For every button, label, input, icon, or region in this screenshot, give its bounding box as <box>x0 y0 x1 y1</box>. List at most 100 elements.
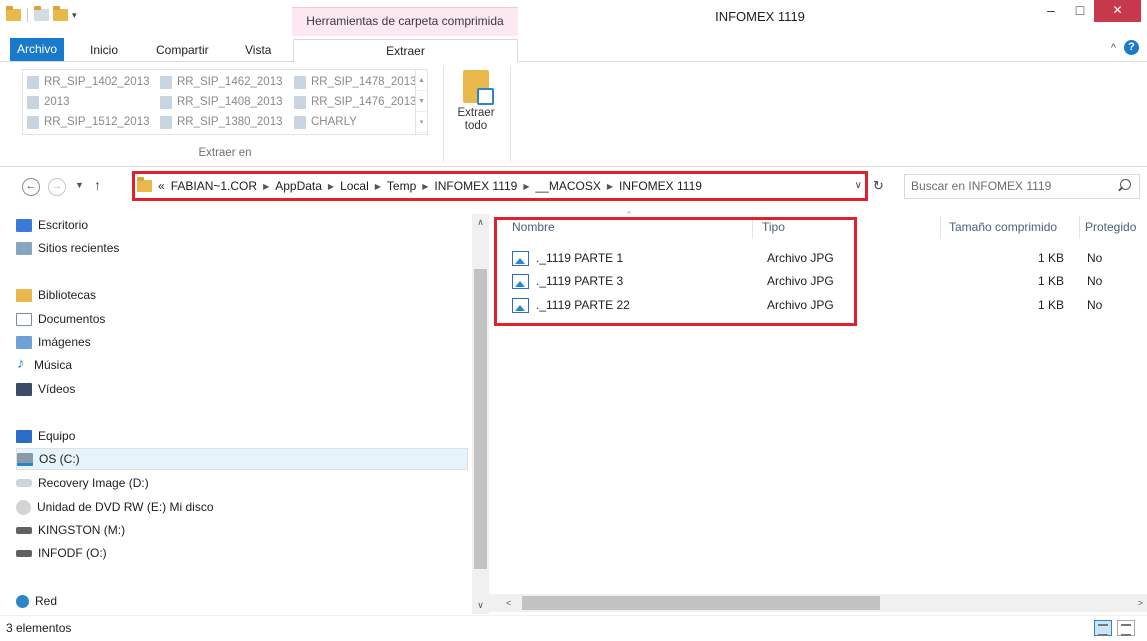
extract-to-item[interactable]: RR_SIP_1402_2013 <box>27 72 150 92</box>
help-icon[interactable]: ? <box>1124 40 1139 55</box>
nav-item-os-c[interactable]: OS (C:) <box>16 448 468 470</box>
recent-places-icon <box>16 241 32 255</box>
scroll-right-icon[interactable]: > <box>1138 594 1143 612</box>
breadcrumb-separator-icon[interactable]: ▶ <box>375 182 381 191</box>
forward-button[interactable]: → <box>48 178 66 196</box>
title-bar: ▾ Herramientas de carpeta comprimida INF… <box>0 0 1147 36</box>
breadcrumb-item[interactable]: INFOMEX 1119 <box>434 179 517 193</box>
extract-to-item[interactable]: RR_SIP_1476_2013 <box>294 92 417 112</box>
folder-icon <box>294 115 306 129</box>
new-folder-icon[interactable] <box>53 6 68 21</box>
gallery-up-icon[interactable]: ▲ <box>416 70 427 91</box>
breadcrumb-separator-icon[interactable]: ▶ <box>263 182 269 191</box>
navigation-bar: ← → ▼ ↑ « FABIAN~1.COR ▶ AppData ▶ Local… <box>0 168 1147 206</box>
folder-icon <box>294 95 306 109</box>
nav-item-kingston-m[interactable]: KINGSTON (M:) <box>16 519 468 541</box>
breadcrumb-separator-icon[interactable]: ▶ <box>523 182 529 191</box>
breadcrumb-item[interactable]: FABIAN~1.COR <box>171 179 257 193</box>
scroll-up-icon[interactable]: ∧ <box>472 214 489 231</box>
tab-compartir[interactable]: Compartir <box>146 39 219 62</box>
toolbar-separator <box>27 8 28 22</box>
collapse-ribbon-icon[interactable]: ^ <box>1111 42 1116 54</box>
nav-item-imagenes[interactable]: Imágenes <box>16 331 468 353</box>
nav-item-red[interactable]: Red <box>16 590 468 612</box>
annotation-highlight-box <box>494 217 857 326</box>
ribbon-panel: RR_SIP_1402_2013 RR_SIP_1462_2013 RR_SIP… <box>0 62 1147 167</box>
nav-item-dvd-e[interactable]: Unidad de DVD RW (E:) Mi disco <box>16 496 468 518</box>
extract-to-item[interactable]: RR_SIP_1380_2013 <box>160 112 283 132</box>
usb-drive-icon <box>16 526 32 534</box>
refresh-icon[interactable]: ↻ <box>873 178 884 194</box>
column-header-tamano[interactable]: Tamaño comprimido <box>949 214 1057 240</box>
gallery-scrollbar[interactable]: ▲ ▼ ▾ <box>415 70 427 134</box>
desktop-icon <box>16 218 32 232</box>
column-divider[interactable] <box>940 216 941 238</box>
breadcrumb-separator-icon[interactable]: ▶ <box>422 182 428 191</box>
breadcrumb-separator-icon[interactable]: ▶ <box>607 182 613 191</box>
breadcrumb-item[interactable]: Temp <box>387 179 416 193</box>
videos-icon <box>16 382 32 396</box>
extract-to-item[interactable]: RR_SIP_1512_2013 <box>27 112 150 132</box>
extract-to-item[interactable]: RR_SIP_1408_2013 <box>160 92 283 112</box>
breadcrumb-item[interactable]: Local <box>340 179 369 193</box>
nav-item-musica[interactable]: Música <box>16 354 468 376</box>
scrollbar-thumb[interactable] <box>474 269 487 569</box>
extract-to-item[interactable]: 2013 <box>27 92 70 112</box>
ribbon-tabs: Archivo Inicio Compartir Vista Extraer <box>0 36 1147 63</box>
drive-icon <box>16 479 32 487</box>
horizontal-scrollbar[interactable]: < > <box>486 594 1147 612</box>
extract-to-item[interactable]: RR_SIP_1462_2013 <box>160 72 283 92</box>
extract-to-gallery: RR_SIP_1402_2013 RR_SIP_1462_2013 RR_SIP… <box>22 69 428 135</box>
scrollbar-thumb[interactable] <box>522 596 880 610</box>
tab-archivo[interactable]: Archivo <box>10 38 65 61</box>
nav-item-infodf-o[interactable]: INFODF (O:) <box>16 542 468 564</box>
tab-vista[interactable]: Vista <box>235 39 281 62</box>
breadcrumb-overflow[interactable]: « <box>158 179 165 193</box>
music-icon <box>16 355 28 372</box>
breadcrumb-separator-icon[interactable]: ▶ <box>328 182 334 191</box>
nav-item-equipo[interactable]: Equipo <box>16 425 468 447</box>
extract-all-button[interactable]: Extraer todo <box>450 70 502 133</box>
extract-to-item[interactable]: CHARLY <box>294 112 357 132</box>
address-dropdown-icon[interactable]: ∨ <box>855 180 862 191</box>
column-header-protegido[interactable]: Protegido <box>1085 214 1136 240</box>
nav-item-documentos[interactable]: Documentos <box>16 308 468 330</box>
search-icon[interactable] <box>1120 179 1131 190</box>
minimize-button[interactable]: – <box>1036 0 1066 22</box>
up-button[interactable]: ↑ <box>94 177 101 193</box>
nav-item-sitios-recientes[interactable]: Sitios recientes <box>16 237 468 259</box>
properties-icon[interactable] <box>34 6 49 21</box>
folder-icon <box>137 177 152 192</box>
gallery-down-icon[interactable]: ▼ <box>416 91 427 112</box>
nav-item-recovery-d[interactable]: Recovery Image (D:) <box>16 472 468 494</box>
back-button[interactable]: ← <box>22 178 40 196</box>
documents-icon <box>16 312 32 326</box>
column-divider[interactable] <box>1079 216 1080 238</box>
breadcrumb-item[interactable]: AppData <box>275 179 322 193</box>
item-count: 3 elementos <box>6 621 72 635</box>
folder-icon <box>160 95 172 109</box>
details-view-button[interactable] <box>1094 620 1112 636</box>
breadcrumb-item[interactable]: __MACOSX <box>536 179 601 193</box>
customize-toolbar-icon[interactable]: ▾ <box>72 10 77 21</box>
gallery-more-icon[interactable]: ▾ <box>416 112 427 133</box>
tab-extraer[interactable]: Extraer <box>293 39 518 63</box>
scroll-left-icon[interactable]: < <box>506 594 511 612</box>
navigation-pane-scrollbar[interactable]: ∧ ∨ <box>472 214 489 614</box>
close-button[interactable]: ✕ <box>1094 0 1141 22</box>
tab-inicio[interactable]: Inicio <box>80 39 128 62</box>
nav-item-bibliotecas[interactable]: Bibliotecas <box>16 284 468 306</box>
nav-item-videos[interactable]: Vídeos <box>16 378 468 400</box>
extract-to-item[interactable]: RR_SIP_1478_2013 <box>294 72 417 92</box>
recent-locations-icon[interactable]: ▼ <box>75 180 84 190</box>
breadcrumb-item[interactable]: INFOMEX 1119 <box>619 179 702 193</box>
folder-icon <box>27 75 39 89</box>
search-input[interactable] <box>905 175 1105 197</box>
address-bar[interactable]: « FABIAN~1.COR ▶ AppData ▶ Local ▶ Temp … <box>132 171 868 201</box>
status-bar: 3 elementos <box>0 615 1147 641</box>
large-icons-view-button[interactable] <box>1117 620 1135 636</box>
search-box[interactable] <box>904 174 1140 199</box>
folder-icon <box>27 115 39 129</box>
nav-item-escritorio[interactable]: Escritorio <box>16 214 468 236</box>
maximize-button[interactable]: □ <box>1066 0 1094 22</box>
